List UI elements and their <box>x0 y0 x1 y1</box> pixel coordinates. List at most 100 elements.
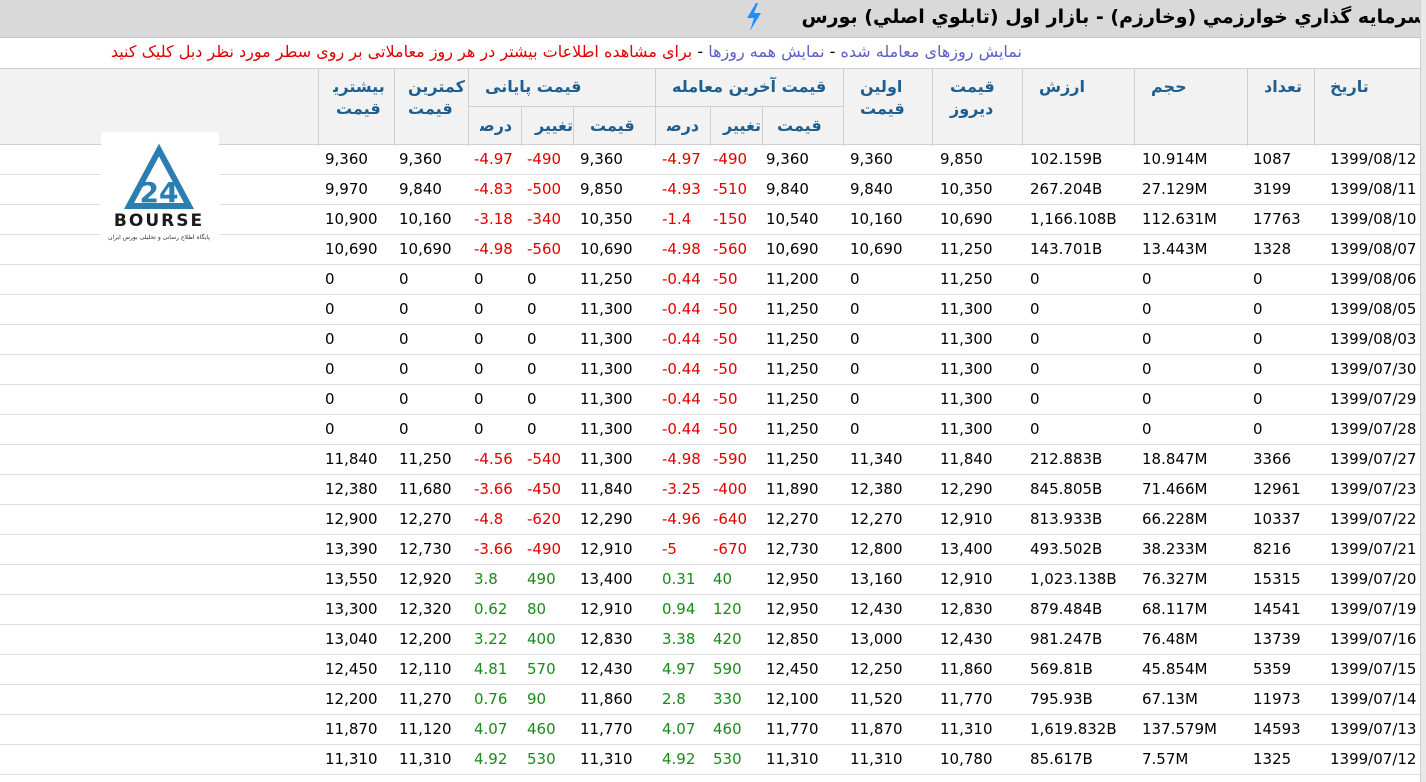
cell-closing-percent: 0 <box>474 390 484 408</box>
table-row[interactable]: 1399/07/28 0 0 0 11,300 0 11,250 -50 -0.44 11,300… <box>0 415 1426 445</box>
cell-last-price: 11,250 <box>766 390 819 408</box>
cell-closing-price: 12,910 <box>580 540 633 558</box>
table-row[interactable]: 1399/07/12 1325 7.57M 85.617B 10,780 11,310 11… <box>0 745 1426 775</box>
cell-max-price: 0 <box>325 390 335 408</box>
table-row[interactable]: 1399/08/03 0 0 0 11,300 0 11,250 -50 -0.44 11,300… <box>0 325 1426 355</box>
table-row[interactable]: 1399/07/21 8216 38.233M 493.502B 13,400 12,80… <box>0 535 1426 565</box>
cell-date: 1399/07/21 <box>1330 540 1417 558</box>
cell-first-price: 11,310 <box>850 750 903 768</box>
table-row[interactable]: 1399/07/29 0 0 0 11,300 0 11,250 -50 -0.44 11,300… <box>0 385 1426 415</box>
header-last-percent[interactable]: درصد <box>667 116 709 136</box>
table-row[interactable]: 1399/07/22 10337 66.228M 813.933B 12,910 12,2… <box>0 505 1426 535</box>
cell-closing-price: 12,830 <box>580 630 633 648</box>
cell-closing-percent: 0 <box>474 330 484 348</box>
cell-value: 0 <box>1030 330 1040 348</box>
table-row[interactable]: 1399/07/15 5359 45.854M 569.81B 11,860 12,250… <box>0 655 1426 685</box>
cell-value: 267.204B <box>1030 180 1103 198</box>
cell-count: 15315 <box>1253 570 1301 588</box>
cell-last-price: 12,950 <box>766 600 819 618</box>
table-row[interactable]: 1399/07/14 11973 67.13M 795.93B 11,770 11,520… <box>0 685 1426 715</box>
cell-closing-change: -560 <box>527 240 562 258</box>
show-all-days-link[interactable]: نمایش همه روزها <box>708 42 824 61</box>
table-row[interactable]: 1399/07/16 13739 76.48M 981.247B 12,430 13,00… <box>0 625 1426 655</box>
header-count[interactable]: تعداد <box>1264 77 1302 97</box>
bourse24-logo-graphic: 24 BOURSE پایگاه اطلاع رسانی و تحلیلی بو… <box>108 143 210 241</box>
header-closing-price-value[interactable]: قیمت <box>590 116 635 136</box>
cell-min-price: 0 <box>399 360 409 378</box>
header-yesterday-price-line2[interactable]: دیروز <box>950 99 993 119</box>
cell-last-change: -670 <box>713 540 748 558</box>
header-max-price-line1[interactable]: بیشترین <box>333 77 393 97</box>
cell-yesterday-price: 10,350 <box>940 180 993 198</box>
cell-closing-percent: -3.18 <box>474 210 513 228</box>
cell-last-percent: 0.94 <box>662 600 696 618</box>
header-closing-percent[interactable]: درصد <box>480 116 520 136</box>
cell-yesterday-price: 10,780 <box>940 750 993 768</box>
header-max-price-line2[interactable]: قیمت <box>336 99 381 119</box>
header-volume[interactable]: حجم <box>1151 77 1187 97</box>
table-row[interactable]: 1399/07/20 15315 76.327M 1,023.138B 12,910 13… <box>0 565 1426 595</box>
cell-yesterday-price: 12,910 <box>940 570 993 588</box>
cell-volume: 66.228M <box>1142 510 1208 528</box>
cell-first-price: 0 <box>850 360 860 378</box>
header-closing-price[interactable]: قیمت پایانی <box>485 77 581 97</box>
header-first-price-line2[interactable]: قیمت <box>860 99 905 119</box>
table-row[interactable]: 1399/07/30 0 0 0 11,300 0 11,250 -50 -0.44 11,300… <box>0 355 1426 385</box>
cell-min-price: 11,250 <box>399 450 452 468</box>
cell-yesterday-price: 11,300 <box>940 390 993 408</box>
cell-last-percent: -0.44 <box>662 390 701 408</box>
cell-max-price: 12,200 <box>325 690 378 708</box>
scrollbar-edge[interactable] <box>1420 0 1426 782</box>
cell-max-price: 10,690 <box>325 240 378 258</box>
cell-count: 14593 <box>1253 720 1301 738</box>
table-row[interactable]: 1399/07/23 12961 71.466M 845.805B 12,290 12,3… <box>0 475 1426 505</box>
table-row[interactable]: 1399/07/27 3366 18.847M 212.883B 11,840 11,34… <box>0 445 1426 475</box>
header-last-price[interactable]: قیمت <box>777 116 822 136</box>
cell-count: 17763 <box>1253 210 1301 228</box>
header-date[interactable]: تاریخ <box>1330 77 1369 97</box>
cell-count: 1325 <box>1253 750 1292 768</box>
header-min-price-line2[interactable]: قیمت <box>408 99 453 119</box>
header-closing-change[interactable]: تغییر <box>535 116 573 136</box>
cell-closing-price: 12,910 <box>580 600 633 618</box>
cell-first-price: 0 <box>850 300 860 318</box>
cell-max-price: 12,900 <box>325 510 378 528</box>
bourse24-logo: 24 BOURSE پایگاه اطلاع رسانی و تحلیلی بو… <box>101 132 219 246</box>
cell-max-price: 9,360 <box>325 150 368 168</box>
svg-text:24: 24 <box>140 176 179 209</box>
cell-last-percent: -4.97 <box>662 150 701 168</box>
cell-max-price: 9,970 <box>325 180 368 198</box>
header-first-price-line1[interactable]: اولین <box>860 77 902 97</box>
cell-closing-change: 90 <box>527 690 547 708</box>
header-last-change[interactable]: تغییر <box>723 116 761 136</box>
cell-closing-percent: -4.56 <box>474 450 513 468</box>
cell-last-price: 12,950 <box>766 570 819 588</box>
header-min-price-line1[interactable]: کمترین <box>408 77 465 97</box>
cell-count: 8216 <box>1253 540 1292 558</box>
lightning-icon <box>747 3 761 31</box>
cell-closing-price: 11,300 <box>580 360 633 378</box>
cell-last-price: 12,100 <box>766 690 819 708</box>
cell-count: 0 <box>1253 390 1263 408</box>
table-row[interactable]: 1399/08/06 0 0 0 11,250 0 11,200 -50 -0.44 11,250… <box>0 265 1426 295</box>
table-row[interactable]: 1399/07/19 14541 68.117M 879.484B 12,830 12,4… <box>0 595 1426 625</box>
cell-last-percent: -0.44 <box>662 360 701 378</box>
cell-last-percent: -5 <box>662 540 677 558</box>
cell-last-change: -400 <box>713 480 748 498</box>
header-last-trade-price[interactable]: قیمت آخرین معامله <box>672 77 826 97</box>
cell-yesterday-price: 10,690 <box>940 210 993 228</box>
cell-value: 0 <box>1030 360 1040 378</box>
cell-date: 1399/07/23 <box>1330 480 1417 498</box>
header-yesterday-price-line1[interactable]: قیمت <box>950 77 995 97</box>
show-traded-days-link[interactable]: نمایش روزهای معامله شده <box>841 42 1023 61</box>
cell-last-percent: 0.31 <box>662 570 696 588</box>
table-row[interactable]: 1399/08/05 0 0 0 11,300 0 11,250 -50 -0.44 11,300… <box>0 295 1426 325</box>
cell-last-change: -510 <box>713 180 748 198</box>
cell-first-price: 9,840 <box>850 180 893 198</box>
header-value[interactable]: ارزش <box>1039 77 1085 97</box>
cell-last-change: -590 <box>713 450 748 468</box>
cell-max-price: 11,840 <box>325 450 378 468</box>
cell-value: 143.701B <box>1030 240 1103 258</box>
svg-text:پایگاه اطلاع رسانی و تحلیلی بو: پایگاه اطلاع رسانی و تحلیلی بورس ایران <box>108 233 210 241</box>
table-row[interactable]: 1399/07/13 14593 137.579M 1,619.832B 11,310 1… <box>0 715 1426 745</box>
